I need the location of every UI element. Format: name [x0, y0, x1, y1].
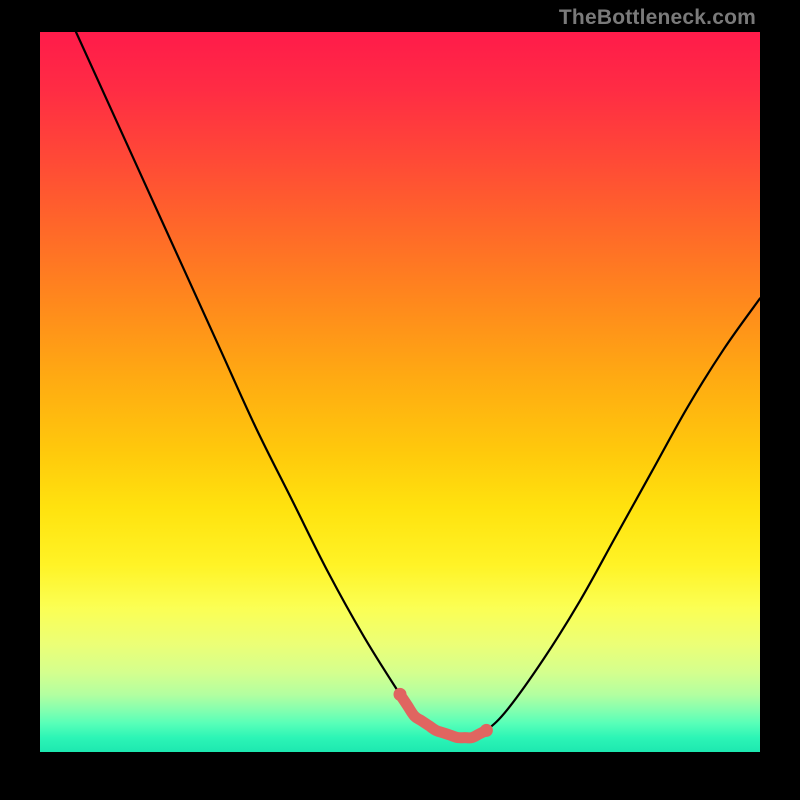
plot-area: [40, 32, 760, 752]
watermark-text: TheBottleneck.com: [559, 6, 756, 30]
optimal-range-highlight: [400, 694, 486, 737]
highlight-end-dot: [480, 724, 493, 737]
highlight-start-dot: [394, 688, 407, 701]
chart-frame: TheBottleneck.com: [0, 0, 800, 800]
curve-svg: [40, 32, 760, 752]
bottleneck-curve: [76, 32, 760, 739]
